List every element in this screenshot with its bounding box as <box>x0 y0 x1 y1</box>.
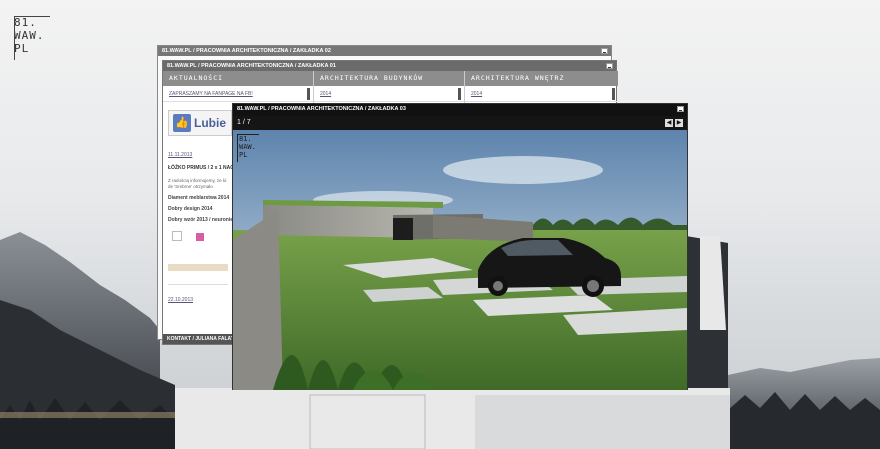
thumbs-up-icon: 👍 <box>173 114 191 132</box>
scrollbar-handle[interactable] <box>307 88 310 100</box>
window-zakladka-03-gallery[interactable]: 81.WAW.PL / PRACOWNIA ARCHITEKTONICZNA /… <box>232 103 688 390</box>
gallery-toolbar: 1 / 7 ◀ ▶ <box>233 116 687 130</box>
minimize-icon[interactable] <box>677 106 684 112</box>
scrollbar-handle[interactable] <box>612 88 615 100</box>
window-03-titlebar[interactable]: 81.WAW.PL / PRACOWNIA ARCHITEKTONICZNA /… <box>233 104 687 114</box>
watermark-line-2: WAW. <box>239 143 256 151</box>
year-label: 2014 <box>320 91 332 97</box>
bed-product-image <box>168 251 228 285</box>
news-fanpage-link[interactable]: ZAPRASZAMY NA FANPAGE NA FB! <box>163 86 313 102</box>
facebook-like-label: Lubie <box>194 116 226 130</box>
window-02-title: 81.WAW.PL / PRACOWNIA ARCHITEKTONICZNA /… <box>162 48 331 54</box>
watermark-line-1: 81. <box>239 135 252 143</box>
minimize-icon[interactable] <box>606 63 613 69</box>
scrollbar-handle[interactable] <box>458 88 461 100</box>
window-02-titlebar[interactable]: 81.WAW.PL / PRACOWNIA ARCHITEKTONICZNA /… <box>158 46 611 56</box>
logo-frame <box>14 16 50 60</box>
watermark-line-3: PL <box>239 151 248 159</box>
image-watermark-logo: 81. WAW. PL <box>237 134 259 162</box>
window-01-titlebar[interactable]: 81.WAW.PL / PRACOWNIA ARCHITEKTONICZNA /… <box>163 61 616 71</box>
year-link[interactable]: 2014 <box>314 86 464 102</box>
gallery-counter: 1 / 7 <box>237 119 251 126</box>
facebook-like-box[interactable]: 👍 Lubie <box>168 110 232 136</box>
window-03-title: 81.WAW.PL / PRACOWNIA ARCHITEKTONICZNA /… <box>237 106 406 112</box>
column-header: ARCHITEKTURA BUDYNKÓW <box>314 71 464 86</box>
column-header: ARCHITEKTURA WNĘTRZ <box>465 71 618 86</box>
minimize-icon[interactable] <box>601 48 608 54</box>
award-thumbnail <box>196 233 204 241</box>
year-label: 2014 <box>471 91 483 97</box>
window-01-title: 81.WAW.PL / PRACOWNIA ARCHITEKTONICZNA /… <box>167 63 336 69</box>
previous-arrow-icon[interactable]: ◀ <box>665 119 673 127</box>
column-header: AKTUALNOŚCI <box>163 71 313 86</box>
award-thumbnail <box>172 231 182 241</box>
news-fanpage-label: ZAPRASZAMY NA FANPAGE NA FB! <box>169 91 253 97</box>
next-arrow-icon[interactable]: ▶ <box>675 119 683 127</box>
contact-footer[interactable]: KONTAKT / JULIANA FALATA <box>163 334 235 344</box>
year-link[interactable]: 2014 <box>465 86 618 102</box>
house-render-image <box>233 130 687 390</box>
news-text: Z radością informujemy, że łó de 'Srebrn… <box>168 178 227 189</box>
site-logo[interactable]: 81. WAW. PL <box>14 16 50 60</box>
gallery-nav: ◀ ▶ <box>665 119 683 127</box>
gallery-image[interactable]: 81. WAW. PL <box>233 130 687 390</box>
